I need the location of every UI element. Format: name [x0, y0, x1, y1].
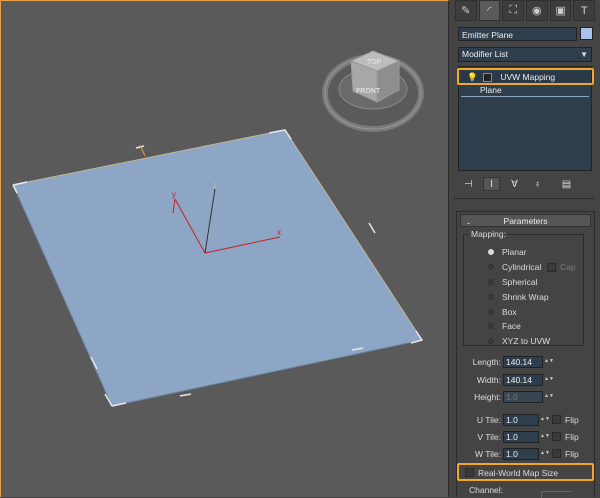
- create-icon[interactable]: ✎: [455, 0, 477, 21]
- u-flip-label: Flip: [565, 414, 579, 425]
- modifier-list-dropdown[interactable]: Modifier List ▼: [458, 47, 592, 62]
- radio-dot: [488, 309, 494, 315]
- u-tile-field[interactable]: 1.0: [503, 413, 539, 426]
- u-tile-label: U Tile:: [476, 414, 501, 425]
- v-tile-row: V Tile: 1.0 ▲▼ Flip: [469, 430, 579, 443]
- stack-item-label: Plane: [480, 85, 502, 95]
- radio-spherical[interactable]: Spherical: [488, 276, 537, 288]
- remove-modifier-icon[interactable]: ♁: [529, 177, 546, 191]
- radio-label: Cylindrical: [502, 262, 542, 272]
- viewcube-front-label: FRONT: [356, 88, 381, 95]
- viewcube-top-label: TOP: [367, 59, 382, 66]
- modify-icon[interactable]: ◜: [478, 0, 501, 21]
- axis-x-label: x: [277, 228, 281, 237]
- w-tile-field[interactable]: 1.0: [503, 447, 539, 460]
- v-tile-spinner-icon[interactable]: ▲▼: [540, 431, 550, 443]
- show-end-result-icon[interactable]: I: [483, 177, 500, 191]
- mapping-label: Mapping:: [469, 229, 508, 239]
- w-tile-spinner-icon[interactable]: ▲▼: [540, 448, 550, 460]
- hierarchy-icon[interactable]: ⛶: [502, 0, 525, 21]
- radio-label: Spherical: [502, 277, 538, 287]
- utilities-icon[interactable]: T: [573, 0, 596, 21]
- chevron-down-icon: ▼: [580, 50, 588, 59]
- u-tile-spinner-icon[interactable]: ▲▼: [540, 414, 550, 426]
- length-spinner-icon[interactable]: ▲▼: [544, 356, 554, 368]
- radio-label: XYZ to UVW: [502, 336, 551, 346]
- modifier-list-label: Modifier List: [462, 49, 508, 59]
- display-icon[interactable]: ▣: [549, 0, 572, 21]
- motion-icon[interactable]: ◉: [526, 0, 548, 21]
- object-name-field[interactable]: Emitter Plane: [458, 27, 577, 41]
- radio-face[interactable]: Face: [488, 320, 521, 332]
- length-row: Length: 140.14 ▲▼: [469, 355, 554, 368]
- v-flip-checkbox[interactable]: [552, 432, 561, 441]
- viewcube[interactable]: TOP FRONT: [322, 50, 424, 132]
- parameters-title: Parameters: [503, 216, 548, 226]
- v-tile-field[interactable]: 1.0: [503, 430, 539, 443]
- width-field[interactable]: 140.14: [503, 373, 543, 386]
- width-spinner-icon[interactable]: ▲▼: [544, 374, 554, 386]
- object-color-swatch[interactable]: [580, 27, 593, 40]
- radio-label: Shrink Wrap: [502, 292, 549, 302]
- radio-dot: [488, 279, 494, 285]
- configure-sets-icon[interactable]: ▤: [558, 177, 575, 191]
- real-world-highlight: [457, 463, 594, 481]
- checkbox-box: [547, 262, 556, 272]
- radio-dot: [488, 294, 494, 300]
- v-tile-label: V Tile:: [477, 431, 501, 442]
- w-tile-row: W Tile: 1.0 ▲▼ Flip: [469, 447, 579, 460]
- viewport-canvas: x y z TOP FRONT: [12, 50, 424, 407]
- panel-divider: [454, 198, 594, 199]
- u-flip-checkbox[interactable]: [552, 415, 561, 424]
- u-tile-row: U Tile: 1.0 ▲▼ Flip: [469, 413, 579, 426]
- v-flip-label: Flip: [565, 431, 579, 442]
- cap-checkbox[interactable]: Cap: [547, 261, 576, 273]
- radio-xyz-to-uvw[interactable]: XYZ to UVW: [488, 335, 550, 347]
- perspective-viewport[interactable]: x y z TOP FRONT: [0, 0, 449, 497]
- plane-object[interactable]: [12, 129, 423, 407]
- radio-cylindrical[interactable]: Cylindrical: [488, 261, 541, 273]
- radio-planar[interactable]: Planar: [488, 246, 527, 258]
- axis-y-label: y: [172, 190, 176, 199]
- radio-dot: [488, 323, 494, 329]
- width-label: Width:: [476, 374, 501, 385]
- parameters-rollout-title[interactable]: - Parameters: [460, 214, 591, 228]
- axis-z-label: z: [213, 181, 217, 190]
- w-tile-label: W Tile:: [475, 448, 501, 459]
- radio-dot: [488, 249, 494, 255]
- uvw-mapping-highlight: [457, 68, 594, 85]
- width-row: Width: 140.14 ▲▼: [469, 373, 554, 386]
- height-spinner-icon[interactable]: ▲▼: [544, 391, 554, 403]
- collapse-icon: -: [467, 218, 470, 228]
- w-flip-label: Flip: [565, 448, 579, 459]
- radio-label: Planar: [502, 247, 527, 257]
- radio-shrink-wrap[interactable]: Shrink Wrap: [488, 291, 549, 303]
- radio-box[interactable]: Box: [488, 306, 517, 318]
- height-field[interactable]: 1.0: [503, 390, 543, 403]
- channel-label: Channel:: [469, 485, 504, 495]
- command-panel-tabs: ✎ ◜ ⛶ ◉ ▣ T: [455, 0, 596, 22]
- height-row: Height: 1.0 ▲▼: [469, 390, 554, 403]
- length-field[interactable]: 140.14: [503, 355, 543, 368]
- radio-dot: [488, 338, 494, 344]
- radio-dot: [488, 264, 494, 270]
- w-flip-checkbox[interactable]: [552, 449, 561, 458]
- height-label: Height:: [474, 391, 501, 402]
- cap-label: Cap: [560, 262, 576, 272]
- stack-buttons: ⊣ I ∀ ♁ ▤: [460, 176, 590, 192]
- make-unique-icon[interactable]: ∀: [506, 177, 523, 191]
- pin-stack-icon[interactable]: ⊣: [460, 177, 477, 191]
- length-label: Length:: [472, 356, 501, 367]
- radio-label: Face: [502, 321, 521, 331]
- stack-separator: [461, 96, 589, 97]
- radio-label: Box: [502, 307, 517, 317]
